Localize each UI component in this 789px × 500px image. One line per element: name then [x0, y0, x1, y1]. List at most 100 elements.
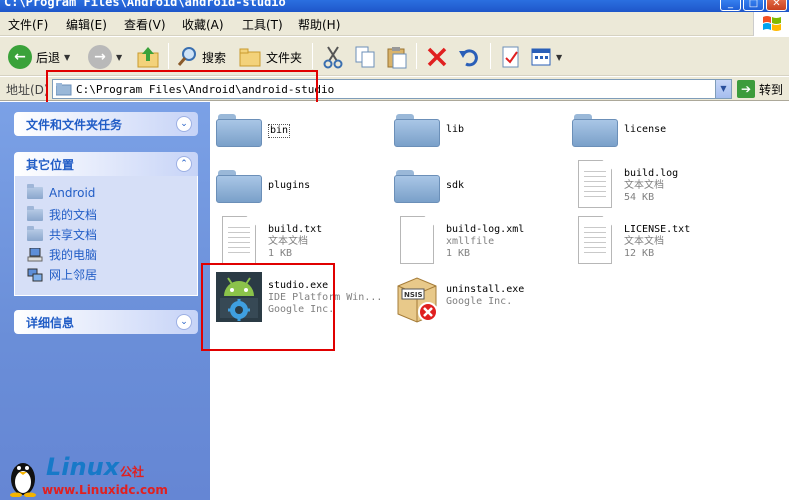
place-shared-documents[interactable]: 共享文档	[27, 225, 97, 243]
menu-edit[interactable]: 编辑(E)	[66, 16, 107, 33]
file-name: LICENSE.txt	[624, 224, 691, 235]
menu-bar: 文件(F) 编辑(E) 查看(V) 收藏(A) 工具(T) 帮助(H)	[0, 12, 789, 36]
window-controls: _ □ ✕	[720, 0, 787, 11]
text-document-icon	[578, 216, 612, 264]
file-tasks-header[interactable]: 文件和文件夹任务 ⌄	[14, 112, 198, 136]
toolbar-separator	[490, 43, 491, 69]
file-item-license-txt[interactable]: LICENSE.txt 文本文档 12 KB	[578, 216, 690, 264]
folder-icon	[572, 114, 618, 147]
close-button[interactable]: ✕	[766, 0, 787, 11]
details-header[interactable]: 详细信息 ⌄	[14, 310, 198, 334]
back-label: 后退	[36, 50, 61, 65]
forward-button[interactable]: → ▼	[88, 43, 122, 71]
file-size: 1 KB	[446, 248, 471, 259]
file-item-build-log-xml[interactable]: build-log.xml xmllfile 1 KB	[400, 216, 524, 264]
forward-arrow-icon: →	[88, 45, 112, 69]
place-network[interactable]: 网上邻居	[27, 266, 97, 283]
studio-highlight-box	[201, 263, 335, 351]
menu-file[interactable]: 文件(F)	[8, 16, 48, 33]
shared-folder-icon	[27, 225, 43, 241]
file-name: bin	[268, 124, 291, 138]
folder-icon	[394, 170, 440, 203]
file-item-plugins[interactable]: plugins	[216, 170, 310, 203]
place-my-documents[interactable]: 我的文档	[27, 205, 98, 223]
file-item-bin[interactable]: bin	[216, 114, 291, 147]
chevron-down-icon[interactable]: ⌄	[176, 116, 192, 132]
text-document-icon	[222, 216, 256, 264]
place-my-computer[interactable]: 我的电脑	[27, 246, 97, 263]
scissors-icon	[323, 46, 343, 69]
file-item-uninstall-exe[interactable]: NSIS uninstall.exe Google Inc.	[394, 272, 524, 324]
address-label: 地址(D)	[6, 83, 49, 97]
file-item-license-folder[interactable]: license	[572, 114, 667, 147]
file-name: sdk	[446, 180, 465, 191]
folder-icon	[394, 114, 440, 147]
up-folder-button[interactable]	[136, 43, 160, 71]
back-dropdown-icon[interactable]: ▼	[64, 53, 70, 62]
file-type: 文本文档	[268, 236, 308, 247]
search-icon	[177, 47, 196, 66]
delete-button[interactable]	[426, 43, 448, 71]
computer-icon	[27, 247, 43, 261]
views-dropdown-icon[interactable]: ▼	[556, 53, 562, 62]
cut-button[interactable]	[322, 43, 344, 71]
file-list: bin lib license plugins sdk build.log 文本…	[201, 102, 789, 500]
go-label: 转到	[759, 82, 784, 97]
folders-label: 文件夹	[266, 50, 303, 65]
nsis-installer-icon: NSIS	[397, 277, 438, 323]
place-android[interactable]: Android	[27, 184, 95, 200]
chevron-up-icon[interactable]: ⌃	[176, 156, 192, 172]
file-company: Google Inc.	[446, 296, 513, 307]
properties-button[interactable]	[500, 43, 522, 71]
copy-button[interactable]	[354, 43, 376, 71]
menu-tools[interactable]: 工具(T)	[242, 16, 283, 33]
minimize-button[interactable]: _	[720, 0, 741, 11]
toolbar-separator	[416, 43, 417, 69]
text-document-icon	[578, 160, 612, 208]
undo-button[interactable]	[458, 43, 480, 71]
copy-icon	[355, 46, 375, 68]
other-places-title: 其它位置	[26, 157, 75, 172]
file-item-lib[interactable]: lib	[394, 114, 465, 147]
back-button[interactable]: ← 后退 ▼	[8, 43, 70, 71]
properties-icon	[502, 46, 519, 68]
other-places-header[interactable]: 其它位置 ⌃	[14, 152, 198, 176]
menu-view[interactable]: 查看(V)	[124, 16, 166, 33]
task-pane: 文件和文件夹任务 ⌄ 其它位置 ⌃ Android 我的文档 共享文档 我的电脑	[0, 102, 210, 500]
search-button[interactable]: 搜索	[176, 43, 226, 71]
blank-document-icon	[400, 216, 434, 264]
maximize-button[interactable]: □	[743, 0, 764, 11]
file-item-build-txt[interactable]: build.txt 文本文档 1 KB	[222, 216, 322, 264]
views-button[interactable]: ▼	[530, 43, 562, 71]
folders-button[interactable]: 文件夹	[238, 43, 302, 71]
file-type: xmllfile	[446, 236, 495, 247]
file-name: build.txt	[268, 224, 323, 235]
search-label: 搜索	[202, 50, 227, 65]
place-label: 我的文档	[49, 208, 98, 222]
chevron-down-icon[interactable]: ⌄	[176, 314, 192, 330]
paste-button[interactable]	[386, 43, 408, 71]
file-name: build-log.xml	[446, 224, 525, 235]
file-name: license	[624, 124, 667, 135]
windows-logo-icon	[753, 12, 789, 36]
forward-dropdown-icon[interactable]: ▼	[116, 53, 122, 62]
delete-x-icon	[427, 47, 447, 67]
back-arrow-icon: ←	[8, 45, 32, 69]
toolbar-separator	[312, 43, 313, 69]
details-title: 详细信息	[26, 315, 75, 330]
toolbar-separator	[168, 43, 169, 69]
place-label: 我的电脑	[49, 248, 98, 262]
menu-help[interactable]: 帮助(H)	[298, 16, 340, 33]
go-button[interactable]: ➔ 转到	[737, 80, 783, 98]
file-type: 文本文档	[624, 180, 664, 191]
file-name: lib	[446, 124, 465, 135]
address-dropdown-icon[interactable]: ▼	[715, 80, 731, 98]
file-name: uninstall.exe	[446, 284, 525, 295]
folder-icon	[216, 114, 262, 147]
watermark: Linux 公社 www.Linuxidc.com	[0, 453, 210, 500]
menu-favorites[interactable]: 收藏(A)	[182, 16, 224, 33]
folders-icon	[239, 48, 261, 67]
file-item-build-log[interactable]: build.log 文本文档 54 KB	[578, 160, 678, 208]
file-item-sdk[interactable]: sdk	[394, 170, 465, 203]
place-label: 网上邻居	[49, 268, 98, 282]
